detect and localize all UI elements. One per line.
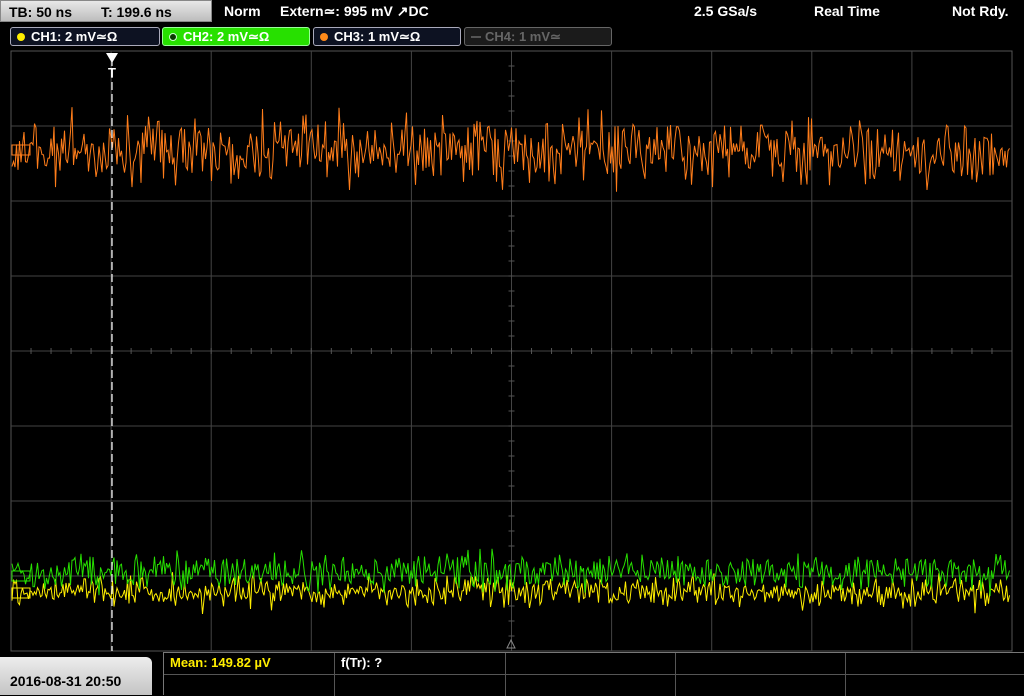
measurement-col-divider xyxy=(675,653,676,696)
channel-tab-ch2[interactable]: CH2: 2 mV≃Ω xyxy=(162,27,310,46)
timebase-readout: TB: 50 ns xyxy=(9,4,73,20)
datetime-box: 2016-08-31 20:50 xyxy=(0,657,152,695)
measurement-col-divider xyxy=(334,653,335,696)
channel-tab-ch3[interactable]: CH3: 1 mV≃Ω xyxy=(313,27,461,46)
ch1-label: CH1: 2 mV≃Ω xyxy=(31,29,118,44)
ch1-indicator-icon xyxy=(17,33,25,41)
measurement-col-divider xyxy=(505,653,506,696)
measurement-panel[interactable]: Mean: 149.82 µV f(Tr): ? xyxy=(163,652,1024,696)
status-bar: TB: 50 ns T: 199.6 ns Norm Extern≃: 995 … xyxy=(0,0,1024,24)
run-mode[interactable]: Real Time xyxy=(814,3,880,19)
ch3-label: CH3: 1 mV≃Ω xyxy=(334,29,421,44)
measurement-col-divider xyxy=(845,653,846,696)
datetime: 2016-08-31 20:50 xyxy=(10,673,122,689)
channel-tab-ch4[interactable]: CH4: 1 mV≃ xyxy=(464,27,612,46)
ch2-label: CH2: 2 mV≃Ω xyxy=(183,29,270,44)
measurement-row-divider xyxy=(164,674,1024,675)
waveform-display[interactable]: T xyxy=(0,50,1024,652)
ch4-indicator-icon xyxy=(471,36,481,38)
sample-rate[interactable]: 2.5 GSa/s xyxy=(694,3,757,19)
trigger-state: Not Rdy. xyxy=(952,3,1009,19)
ch4-label: CH4: 1 mV≃ xyxy=(485,29,561,44)
trigger-source[interactable]: Extern≃: 995 mV ↗DC xyxy=(280,3,429,20)
channel-tab-ch1[interactable]: CH1: 2 mV≃Ω xyxy=(10,27,160,46)
timebase-box[interactable]: TB: 50 ns T: 199.6 ns xyxy=(0,0,212,22)
ch3-indicator-icon xyxy=(320,33,328,41)
measurement-mean: Mean: 149.82 µV xyxy=(170,655,271,670)
measurement-frequency: f(Tr): ? xyxy=(341,655,383,670)
trigger-time-readout: T: 199.6 ns xyxy=(101,4,172,20)
acquisition-mode[interactable]: Norm xyxy=(224,3,261,19)
trigger-marker-label: T xyxy=(108,65,116,80)
ch2-indicator-icon xyxy=(169,33,177,41)
